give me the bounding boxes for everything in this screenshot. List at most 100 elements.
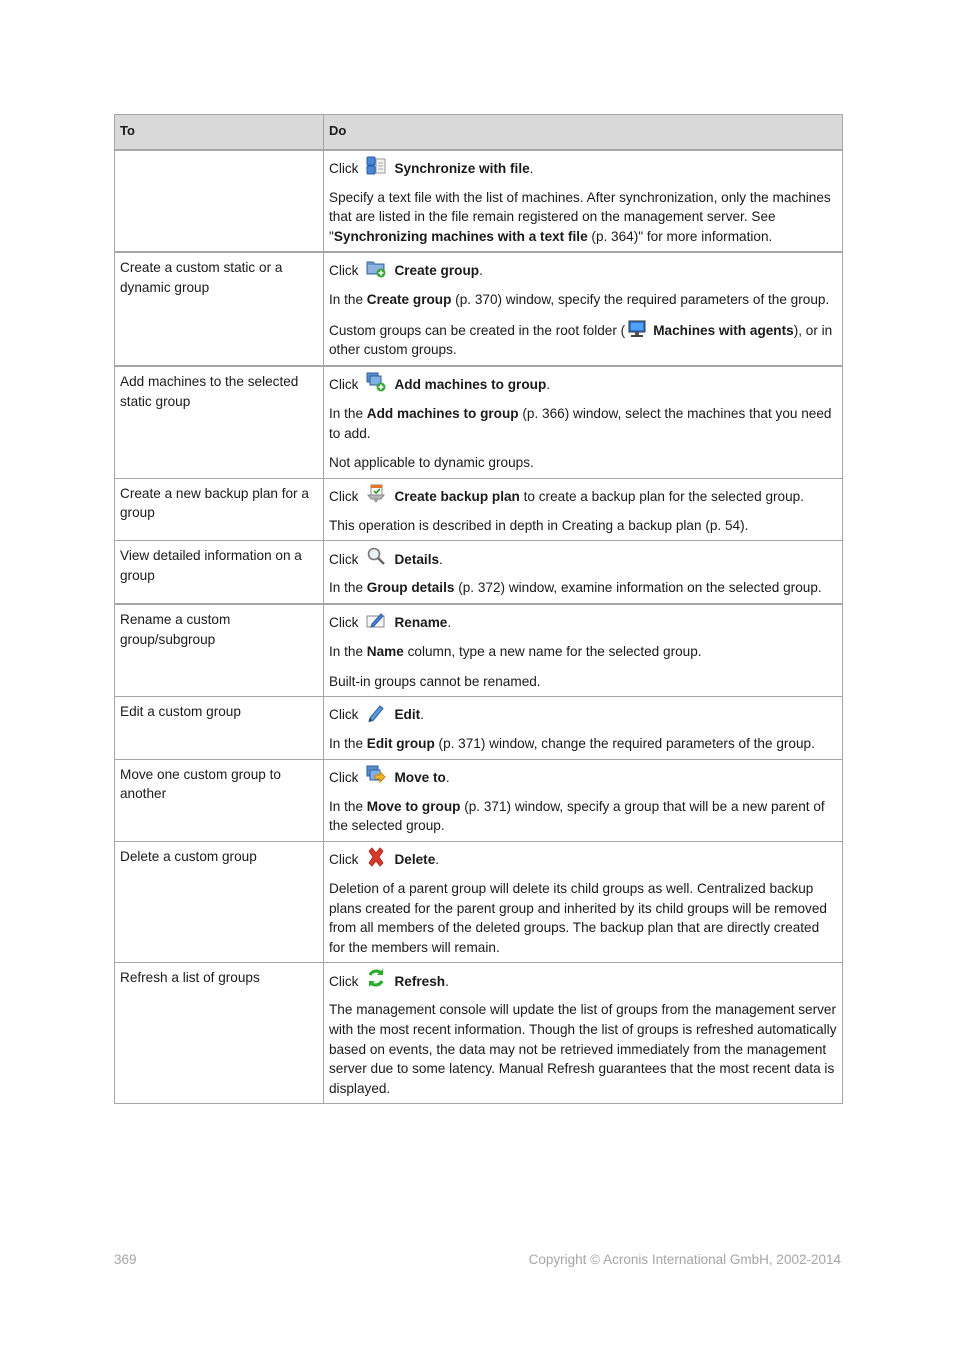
table-header-row: To Do bbox=[114, 114, 843, 151]
text: (p. 371) window, change the required par… bbox=[434, 736, 815, 752]
description-paragraph: Built-in groups cannot be renamed. bbox=[329, 672, 837, 692]
click-prefix: Click bbox=[329, 263, 359, 279]
click-instruction: Click Edit. bbox=[329, 705, 837, 725]
bold-reference: Create group bbox=[366, 292, 452, 308]
description-paragraph: In the Name column, type a new name for … bbox=[329, 642, 837, 662]
click-prefix: Click bbox=[329, 551, 359, 567]
do-cell: Click Create group. In the Create group (p… bbox=[323, 251, 843, 367]
action-name: Rename bbox=[394, 615, 448, 631]
text: (p. 364)" for more information. bbox=[587, 228, 773, 244]
do-cell: Click Edit. In the Edit group (p. 371) win… bbox=[323, 696, 843, 760]
text: Deletion of a parent group will delete i… bbox=[329, 881, 827, 955]
text: This operation is described in depth in … bbox=[329, 517, 749, 533]
action-name: Delete bbox=[394, 852, 436, 868]
description-paragraph: In the Create group (p. 370) window, spe… bbox=[329, 290, 837, 310]
to-cell: Add machines to the selected static grou… bbox=[114, 365, 324, 479]
text: (p. 370) window, specify the required pa… bbox=[451, 292, 830, 308]
action-name: Create backup plan bbox=[394, 489, 520, 505]
table-row: Click Synchronize with file. Specify a tex… bbox=[114, 149, 843, 253]
add-machines-icon bbox=[366, 372, 386, 392]
action-name: Edit bbox=[394, 707, 421, 723]
click-prefix: Click bbox=[329, 770, 359, 786]
table-row: Create a custom static or a dynamic grou… bbox=[114, 251, 843, 367]
create-group-icon bbox=[366, 258, 386, 278]
action-name: Add machines to group bbox=[394, 377, 547, 393]
action-name: Move to bbox=[394, 770, 446, 786]
description-paragraph: Not applicable to dynamic groups. bbox=[329, 453, 837, 473]
do-cell: Click Rename. In the Name column, type a n… bbox=[323, 603, 843, 698]
to-cell: Create a new backup plan for a group bbox=[114, 477, 324, 542]
to-cell: Refresh a list of groups bbox=[114, 962, 324, 1105]
description-paragraph: In the Move to group (p. 371) window, sp… bbox=[329, 797, 837, 836]
click-instruction: Click Delete. bbox=[329, 847, 837, 870]
bold-reference: Name bbox=[366, 644, 404, 660]
header-to: To bbox=[114, 114, 324, 151]
do-cell: Click Create backup plan to create a back… bbox=[323, 477, 843, 542]
action-suffix: to create a backup plan for the selected… bbox=[519, 489, 805, 505]
machines-with-agents-icon bbox=[627, 320, 647, 338]
table-row: Refresh a list of groups Click Refresh. The… bbox=[114, 962, 843, 1105]
click-prefix: Click bbox=[329, 973, 359, 989]
text: The management console will update the l… bbox=[329, 1002, 837, 1096]
to-cell: View detailed information on a group bbox=[114, 540, 324, 605]
delete-x-icon bbox=[366, 847, 386, 867]
copyright: Copyright © Acronis International GmbH, … bbox=[528, 1252, 841, 1267]
to-cell: Delete a custom group bbox=[114, 840, 324, 964]
description-paragraph: In the Group details (p. 372) window, ex… bbox=[329, 578, 837, 598]
create-backup-plan-icon bbox=[366, 484, 386, 504]
rename-icon bbox=[366, 610, 386, 630]
move-to-icon bbox=[366, 765, 387, 785]
text: (p. 372) window, examine information on … bbox=[454, 580, 822, 596]
action-name: Refresh bbox=[394, 973, 446, 989]
click-instruction: Click Refresh. bbox=[329, 969, 837, 991]
bold-reference: Synchronizing machines with a text file bbox=[333, 228, 588, 244]
to-cell: Move one custom group to another bbox=[114, 758, 324, 843]
description-paragraph: This operation is described in depth in … bbox=[329, 516, 837, 536]
do-cell: Click Details. In the Group details (p. 37… bbox=[323, 540, 843, 605]
page-number: 369 bbox=[114, 1252, 137, 1267]
table-row: Edit a custom group Click Edit. In the Edit… bbox=[114, 696, 843, 760]
do-cell: Click Synchronize with file. Specify a tex… bbox=[323, 149, 843, 253]
pencil-icon bbox=[366, 702, 386, 723]
to-cell: Create a custom static or a dynamic grou… bbox=[114, 251, 324, 367]
text: column, type a new name for the selected… bbox=[403, 644, 702, 660]
action-name: Synchronize with file bbox=[394, 160, 530, 176]
do-cell: Click Add machines to group. In the Add ma… bbox=[323, 365, 843, 479]
description-paragraph: In the Edit group (p. 371) window, chang… bbox=[329, 734, 837, 754]
description-paragraph: Deletion of a parent group will delete i… bbox=[329, 879, 837, 957]
click-instruction: Click Move to. bbox=[329, 765, 837, 788]
text: Custom groups can be created in the root… bbox=[329, 322, 626, 338]
bold-reference: Add machines to group bbox=[366, 406, 519, 422]
actions-table: To Do Click Synchronize with file. Specify… bbox=[114, 114, 843, 1105]
text: In the bbox=[329, 292, 367, 308]
do-cell: Click Delete. Deletion of a parent group w… bbox=[323, 840, 843, 964]
click-prefix: Click bbox=[329, 852, 359, 868]
to-cell: Rename a custom group/subgroup bbox=[114, 603, 324, 698]
click-instruction: Click Synchronize with file. bbox=[329, 156, 837, 179]
header-do: Do bbox=[323, 114, 843, 151]
table-row: Add machines to the selected static grou… bbox=[114, 365, 843, 479]
click-instruction: Click Create backup plan to create a back… bbox=[329, 484, 837, 507]
action-name: Details bbox=[394, 551, 440, 567]
do-cell: Click Move to. In the Move to group (p. 37… bbox=[323, 758, 843, 843]
click-prefix: Click bbox=[329, 377, 359, 393]
click-prefix: Click bbox=[329, 707, 359, 723]
text: Built-in groups cannot be renamed. bbox=[329, 673, 541, 689]
click-instruction: Click Rename. bbox=[329, 613, 837, 633]
description-paragraph: Custom groups can be created in the root… bbox=[329, 320, 837, 360]
description-paragraph: Specify a text file with the list of mac… bbox=[329, 188, 837, 247]
text: In the bbox=[329, 580, 367, 596]
click-prefix: Click bbox=[329, 489, 359, 505]
description-paragraph: In the Add machines to group (p. 366) wi… bbox=[329, 404, 837, 443]
bold-reference: Move to group bbox=[366, 798, 461, 814]
text: In the bbox=[329, 736, 367, 752]
table-row: Move one custom group to another Click Mov… bbox=[114, 758, 843, 843]
to-cell bbox=[114, 149, 324, 253]
table-row: Create a new backup plan for a group Clic… bbox=[114, 477, 843, 542]
text: In the bbox=[329, 644, 367, 660]
click-instruction: Click Details. bbox=[329, 548, 837, 569]
text: Not applicable to dynamic groups. bbox=[329, 455, 534, 471]
click-instruction: Click Create group. bbox=[329, 261, 837, 281]
text: In the bbox=[329, 406, 367, 422]
action-name: Create group bbox=[394, 263, 480, 279]
